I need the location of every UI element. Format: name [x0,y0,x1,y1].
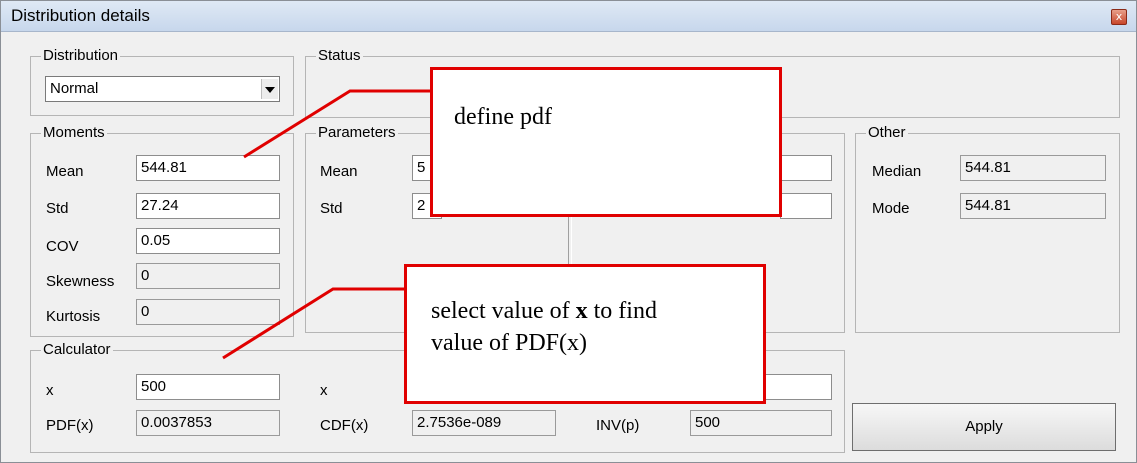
select-x-leader-line [222,287,406,360]
select-x-callout: select value of x to find value of PDF(x… [404,264,766,404]
select-x-text-part1: select value of [431,298,576,324]
select-x-text-part2: to find [587,298,657,324]
select-x-text-line2: value of PDF(x) [431,330,587,356]
select-x-text-bold: x [575,298,588,324]
define-pdf-callout: define pdf [430,67,782,217]
define-pdf-leader-line [243,89,432,159]
select-x-text: select value of x to find value of PDF(x… [431,295,657,359]
define-pdf-text: define pdf [454,104,552,130]
